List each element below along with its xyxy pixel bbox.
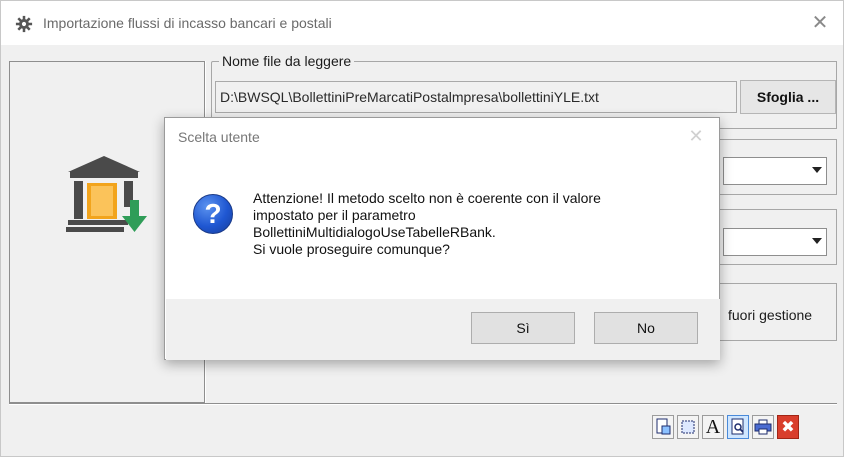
bottom-separator [9, 403, 837, 405]
message-line: Si vuole proseguire comunque? [253, 241, 450, 257]
window-title: Importazione flussi di incasso bancari e… [43, 15, 332, 31]
message-line: BollettiniMultidialogoUseTabelleRBank. [253, 224, 496, 240]
print-preview-icon [656, 418, 671, 435]
select-area-icon [681, 420, 695, 434]
select-area-button[interactable] [677, 415, 699, 439]
method-dropdown[interactable] [723, 157, 827, 185]
dialog-message: Attenzione! Il metodo scelto non è coere… [253, 190, 713, 258]
dialog-title: Scelta utente [178, 129, 260, 145]
zoom-page-button[interactable] [727, 415, 749, 439]
font-button[interactable]: A [702, 415, 724, 439]
bank-import-icon [66, 156, 147, 232]
account-dropdown[interactable] [723, 228, 827, 256]
printer-icon [754, 419, 772, 435]
title-bar: Importazione flussi di incasso bancari e… [1, 1, 843, 45]
window-close-button[interactable]: ✕ [807, 10, 833, 36]
print-button[interactable] [752, 415, 774, 439]
bottom-toolbar: A ✖ [652, 415, 799, 439]
no-button[interactable]: No [594, 312, 698, 344]
out-of-management-label: fuori gestione [728, 307, 813, 323]
print-preview-button[interactable] [652, 415, 674, 439]
message-line: impostato per il parametro [253, 207, 416, 223]
close-red-icon: ✖ [781, 419, 795, 436]
font-icon: A [705, 415, 721, 438]
dialog-close-button[interactable]: ✕ [685, 125, 707, 147]
file-path-field[interactable]: D:\BWSQL\BollettiniPreMarcatiPostalmpres… [215, 81, 737, 113]
question-icon: ? [193, 194, 233, 234]
chevron-down-icon [812, 238, 822, 244]
chevron-down-icon [812, 167, 822, 173]
zoom-page-icon [731, 418, 744, 435]
browse-button[interactable]: Sfoglia ... [740, 80, 836, 114]
close-red-button[interactable]: ✖ [777, 415, 799, 439]
message-line: Attenzione! Il metodo scelto non è coere… [253, 190, 601, 206]
yes-button[interactable]: Sì [471, 312, 575, 344]
gear-icon [15, 15, 33, 33]
file-group-legend: Nome file da leggere [219, 53, 355, 69]
